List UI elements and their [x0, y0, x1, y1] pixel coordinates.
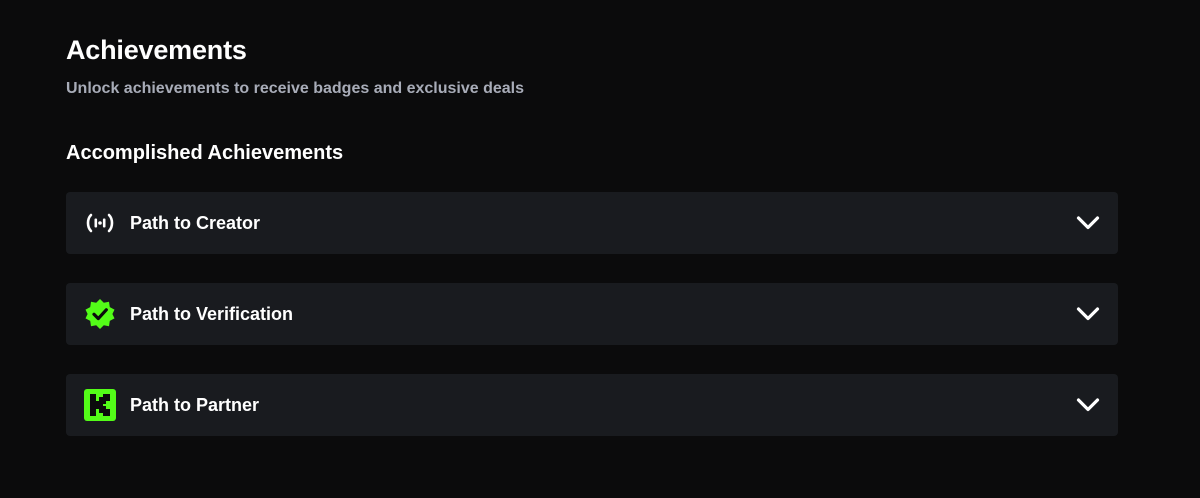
verified-badge-icon	[84, 298, 116, 330]
broadcast-icon	[84, 207, 116, 239]
achievement-list: Path to Creator Path to Verification Pat…	[66, 192, 1118, 436]
achievement-label: Path to Creator	[130, 212, 261, 233]
achievements-page: Achievements Unlock achievements to rece…	[0, 0, 1200, 498]
chevron-down-icon[interactable]	[1076, 211, 1100, 235]
achievement-path-to-creator[interactable]: Path to Creator	[66, 192, 1118, 254]
page-title: Achievements	[66, 35, 247, 65]
page-subtitle: Unlock achievements to receive badges an…	[66, 80, 524, 97]
kick-logo-icon	[84, 389, 116, 421]
achievement-label: Path to Partner	[130, 394, 260, 415]
section-title: Accomplished Achievements	[66, 142, 344, 164]
achievement-label: Path to Verification	[130, 303, 294, 324]
achievement-path-to-verification[interactable]: Path to Verification	[66, 283, 1118, 345]
chevron-down-icon[interactable]	[1076, 393, 1100, 417]
chevron-down-icon[interactable]	[1076, 302, 1100, 326]
achievement-path-to-partner[interactable]: Path to Partner	[66, 374, 1118, 436]
